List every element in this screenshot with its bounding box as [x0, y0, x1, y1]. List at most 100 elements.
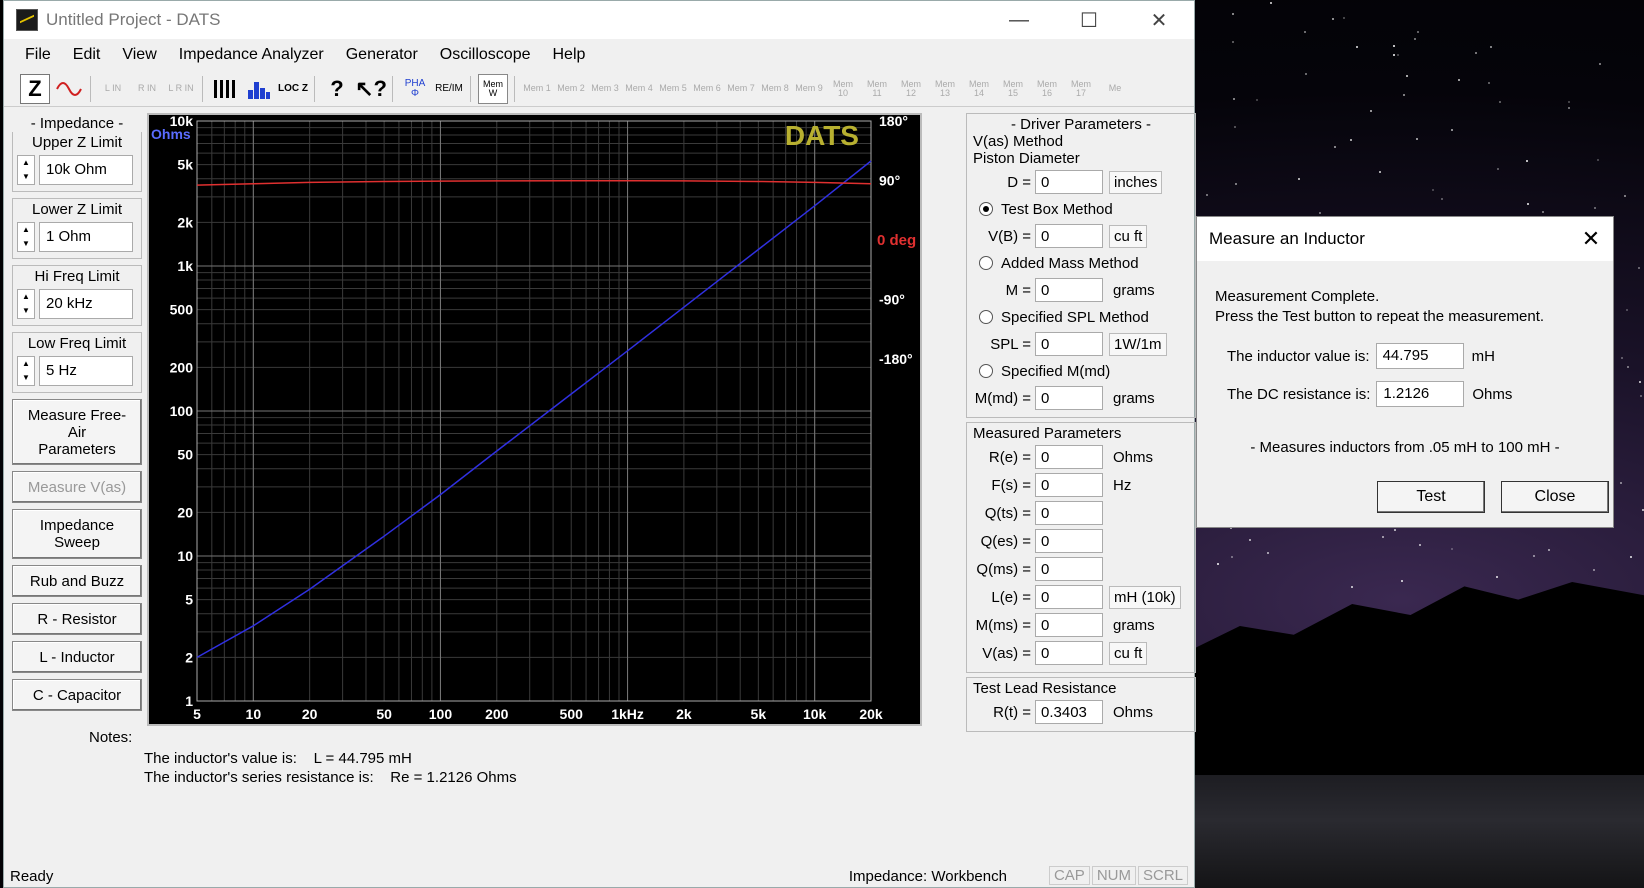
impedance-mode-button[interactable]: Z	[20, 73, 50, 104]
bars-icon[interactable]	[210, 74, 240, 104]
minimize-icon[interactable]: —	[984, 1, 1054, 39]
close-icon[interactable]: ✕	[1124, 1, 1194, 39]
inductor-value-field[interactable]: 44.795	[1375, 343, 1464, 369]
dialog-close-button[interactable]: Close	[1501, 481, 1609, 513]
lower-z-spinner[interactable]: ▲ ▼	[17, 222, 35, 252]
spin-up-icon[interactable]: ▲	[18, 357, 34, 371]
inductor-button[interactable]: L - Inductor	[12, 641, 142, 673]
radio-icon[interactable]	[979, 310, 993, 324]
test-lead-resistance-field[interactable]: 0.3403	[1035, 700, 1103, 724]
added-mass-method-radio[interactable]: Added Mass Method	[973, 251, 1189, 275]
mem-slot-button[interactable]: Mem 8	[760, 74, 790, 104]
mmd-field[interactable]: 0	[1035, 386, 1103, 410]
menu-oscilloscope[interactable]: Oscilloscope	[429, 46, 542, 64]
menu-view[interactable]: View	[111, 46, 167, 64]
low-freq-spinner[interactable]: ▲ ▼	[17, 356, 35, 386]
menu-file[interactable]: File	[14, 46, 62, 64]
mem-slot-button[interactable]: Mem 17	[1066, 74, 1096, 104]
upper-z-limit-field[interactable]: 10k Ohm	[39, 155, 133, 185]
phase-button[interactable]: PHA Φ	[400, 74, 430, 104]
mem-slot-button[interactable]: Mem 3	[590, 74, 620, 104]
spin-down-icon[interactable]: ▼	[18, 371, 34, 385]
lr-input-button[interactable]: L R IN	[166, 74, 196, 104]
measured-parameter-field[interactable]: 0	[1035, 501, 1103, 525]
help-icon[interactable]: ?	[322, 74, 352, 104]
maximize-icon[interactable]: ☐	[1054, 1, 1124, 39]
measured-parameter-field[interactable]: 0	[1035, 557, 1103, 581]
vb-field[interactable]: 0	[1035, 224, 1103, 248]
mem-slot-button[interactable]: Mem 12	[896, 74, 926, 104]
mem-slot-button[interactable]: Mem 5	[658, 74, 688, 104]
mem-slot-button[interactable]: Mem 11	[862, 74, 892, 104]
spin-up-icon[interactable]: ▲	[18, 223, 34, 237]
mem-slot-button[interactable]: Mem 14	[964, 74, 994, 104]
left-input-button[interactable]: L IN	[98, 74, 128, 104]
measured-parameter-field[interactable]: 0	[1035, 445, 1103, 469]
star-dot	[1498, 101, 1501, 104]
low-freq-limit-field[interactable]: 5 Hz	[39, 356, 133, 386]
re-im-button[interactable]: RE/IM	[434, 74, 464, 104]
test-button[interactable]: Test	[1377, 481, 1485, 513]
star-dot	[1567, 101, 1570, 104]
spin-up-icon[interactable]: ▲	[18, 156, 34, 170]
measure-vas-button[interactable]: Measure V(as)	[12, 471, 142, 503]
measured-parameter-field[interactable]: 0	[1035, 613, 1103, 637]
right-input-button[interactable]: R IN	[132, 74, 162, 104]
spin-down-icon[interactable]: ▼	[18, 237, 34, 251]
spin-down-icon[interactable]: ▼	[18, 304, 34, 318]
notes-text[interactable]: The inductor's value is: L = 44.795 mH T…	[144, 749, 517, 787]
loc-z-button[interactable]: LOC Z	[278, 74, 308, 104]
added-mass-field[interactable]: 0	[1035, 278, 1103, 302]
mem-write-button[interactable]: Mem W	[478, 73, 508, 104]
mem-slot-button[interactable]: Mem 4	[624, 74, 654, 104]
star-dot	[1626, 365, 1629, 368]
menu-generator[interactable]: Generator	[335, 46, 429, 64]
dialog-close-icon[interactable]: ✕	[1569, 226, 1613, 252]
menu-impedance-analyzer[interactable]: Impedance Analyzer	[168, 46, 335, 64]
test-box-method-radio[interactable]: Test Box Method	[973, 197, 1189, 221]
bar-graph-icon[interactable]	[244, 74, 274, 104]
specified-mmd-radio[interactable]: Specified M(md)	[973, 359, 1189, 383]
mem-slot-button[interactable]: Mem 9	[794, 74, 824, 104]
impedance-sweep-button[interactable]: Impedance Sweep	[12, 509, 142, 559]
context-help-icon[interactable]: ↖?	[355, 74, 387, 104]
vb-label: V(B) =	[988, 227, 1031, 245]
piston-diameter-field[interactable]: 0	[1035, 170, 1103, 194]
specified-spl-method-radio[interactable]: Specified SPL Method	[973, 305, 1189, 329]
mem-slot-button[interactable]: Mem 16	[1032, 74, 1062, 104]
impedance-graph[interactable]: 5 10 20 50 100 200 500 1kHz 2k 5k 10k 20k 10k 5k 2k 1k 5…	[147, 113, 922, 726]
radio-icon[interactable]	[979, 364, 993, 378]
test-lead-resistance-group: Test Lead Resistance R(t) = 0.3403 Ohms	[966, 677, 1196, 732]
measure-free-air-button[interactable]: Measure Free-Air Parameters	[12, 399, 142, 465]
measured-parameter-field[interactable]: 0	[1035, 585, 1103, 609]
vb-unit: cu ft	[1109, 224, 1148, 248]
mem-slot-button[interactable]: Me	[1100, 74, 1130, 104]
mem-slot-button[interactable]: Mem 10	[828, 74, 858, 104]
mem-slot-button[interactable]: Mem 1	[522, 74, 552, 104]
menu-help[interactable]: Help	[541, 46, 596, 64]
hi-freq-spinner[interactable]: ▲ ▼	[17, 289, 35, 319]
rub-and-buzz-button[interactable]: Rub and Buzz	[12, 565, 142, 597]
spin-up-icon[interactable]: ▲	[18, 290, 34, 304]
mem-slot-button[interactable]: Mem 6	[692, 74, 722, 104]
generator-wave-icon[interactable]	[54, 74, 84, 104]
dc-resistance-field[interactable]: 1.2126	[1376, 381, 1465, 407]
mem-slot-button[interactable]: Mem 13	[930, 74, 960, 104]
menu-edit[interactable]: Edit	[62, 46, 112, 64]
upper-z-spinner[interactable]: ▲ ▼	[17, 155, 35, 185]
measured-parameter-field[interactable]: 0	[1035, 641, 1103, 665]
radio-icon[interactable]	[979, 256, 993, 270]
resistor-button[interactable]: R - Resistor	[12, 603, 142, 635]
hi-freq-limit-field[interactable]: 20 kHz	[39, 289, 133, 319]
dc-resistance-row: The DC resistance is: 1.2126 Ohms	[1227, 381, 1512, 407]
mem-slot-button[interactable]: Mem 2	[556, 74, 586, 104]
spin-down-icon[interactable]: ▼	[18, 170, 34, 184]
mem-slot-button[interactable]: Mem 7	[726, 74, 756, 104]
spl-field[interactable]: 0	[1035, 332, 1103, 356]
radio-selected-icon[interactable]	[979, 202, 993, 216]
mem-slot-button[interactable]: Mem 15	[998, 74, 1028, 104]
lower-z-limit-field[interactable]: 1 Ohm	[39, 222, 133, 252]
capacitor-button[interactable]: C - Capacitor	[12, 679, 142, 711]
measured-parameter-field[interactable]: 0	[1035, 473, 1103, 497]
measured-parameter-field[interactable]: 0	[1035, 529, 1103, 553]
